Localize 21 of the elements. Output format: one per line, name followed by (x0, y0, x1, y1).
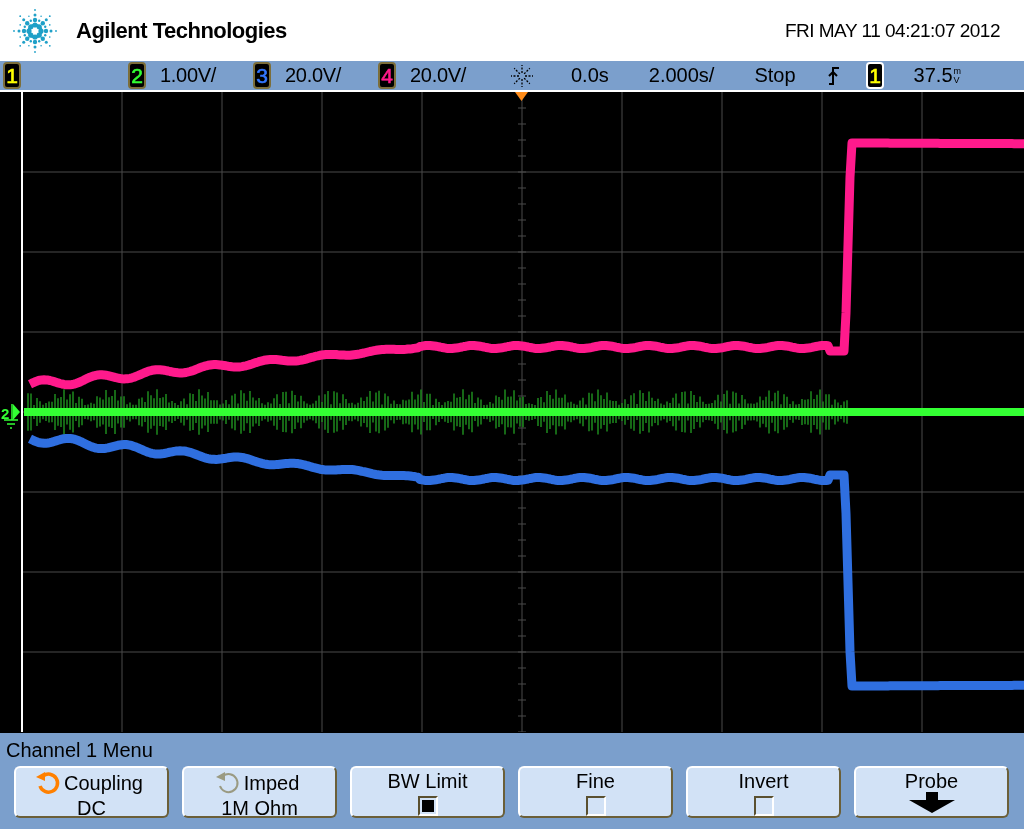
channel-scale: 1.00V/ (160, 64, 217, 87)
channel-scale: 20.0V/ (410, 64, 467, 87)
brand-name: Agilent Technologies (76, 17, 287, 44)
ground-marker-label: 2 (1, 405, 10, 422)
softkey-button[interactable]: Coupling DC (14, 766, 169, 818)
timebase-value: 2.000s/ (648, 64, 715, 87)
softkey-button[interactable]: BW Limit (350, 766, 505, 818)
run-state: Stop (754, 64, 796, 87)
acquisition-icon (509, 62, 535, 89)
softkey-button[interactable]: Probe (854, 766, 1009, 818)
checkbox[interactable] (585, 796, 606, 816)
date-time: FRI MAY 11 04:21:07 2012 (784, 19, 1000, 42)
checkbox[interactable] (417, 796, 438, 816)
softkey-button[interactable]: Fine (518, 766, 673, 818)
delay-value: 0.0s (571, 64, 609, 87)
channel-scale: 20.0V/ (285, 64, 342, 87)
softkey-button[interactable]: Invert (686, 766, 841, 818)
ground-marker-icon (3, 403, 20, 429)
menu-title: Channel 1 Menu (5, 738, 154, 763)
rising-edge-icon (827, 66, 840, 85)
checkbox[interactable] (753, 796, 774, 816)
